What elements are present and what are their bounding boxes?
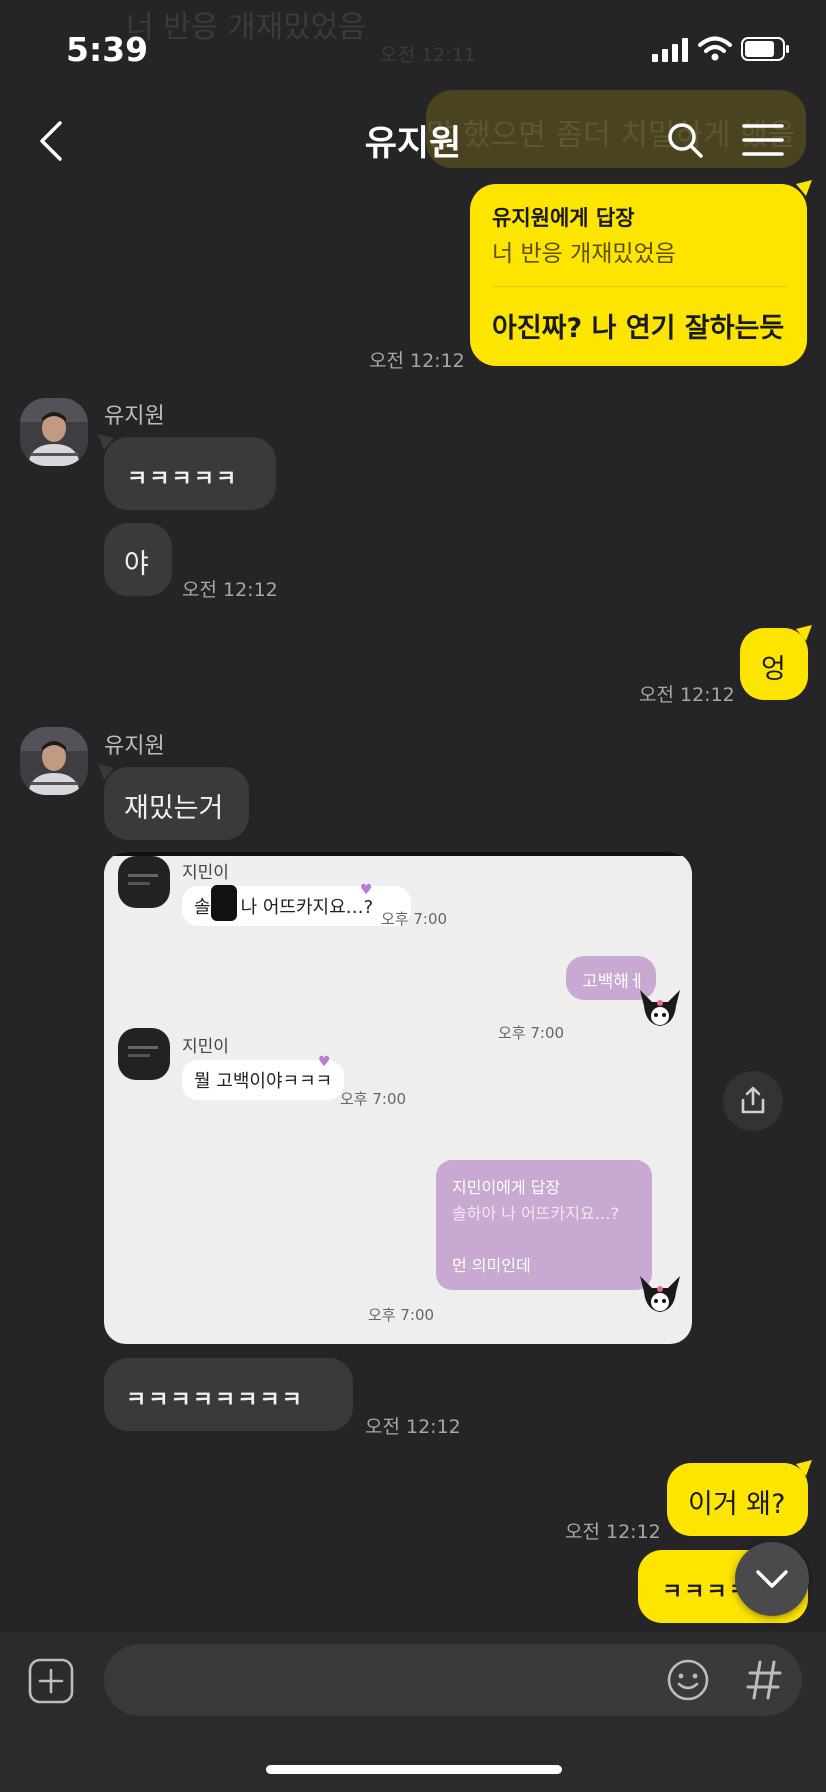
- message-text: 재밌는거: [124, 793, 224, 824]
- avatar-photo: [20, 398, 88, 466]
- screenshot-text: 나 어뜨카지요…?: [240, 897, 374, 918]
- home-indicator: [266, 1765, 562, 1774]
- screenshot-text: 솔: [194, 897, 211, 918]
- screenshot-avatar: [118, 1028, 170, 1080]
- screenshot-reply-text: 먼 의미인데: [452, 1256, 531, 1275]
- status-bar: 5:39: [0, 0, 826, 90]
- screenshot-reply-quote: 솔하아 나 어뜨카지요…?: [452, 1204, 620, 1223]
- kuromi-sticker-icon: [640, 1276, 680, 1312]
- screenshot-timestamp: 오후 7:00: [340, 1090, 407, 1108]
- heart-icon: ♥: [318, 1054, 331, 1070]
- screenshot-sender: 지민이: [182, 1037, 229, 1057]
- bubble-tail: [796, 1460, 812, 1476]
- screenshot-reply-target: 지민이에게 답장: [452, 1178, 561, 1197]
- bubble-tail: [796, 625, 812, 641]
- screenshot-timestamp: 오후 7:00: [368, 1306, 435, 1324]
- screenshot-bubble: 솔 나 어뜨카지요…?: [182, 885, 411, 926]
- menu-icon[interactable]: [742, 122, 784, 158]
- message-text: ㅋㅋㅋㅋㅋㅋㅋㅋ: [126, 1388, 304, 1413]
- avatar-photo: [20, 727, 88, 795]
- message-text: 야: [124, 549, 149, 580]
- reply-target-label: 유지원에게 답장: [492, 206, 635, 230]
- message-timestamp: 오전 12:12: [369, 350, 465, 372]
- share-button[interactable]: [723, 1071, 783, 1131]
- bubble-tail: [796, 180, 812, 196]
- screenshot-avatar: [118, 856, 170, 908]
- chevron-down-icon: [756, 1570, 788, 1588]
- share-icon: [741, 1086, 765, 1114]
- reply-text: 아진짜? 나 연기 잘하는듯: [492, 313, 785, 344]
- message-timestamp: 오전 12:12: [565, 1521, 661, 1543]
- scroll-to-bottom-button[interactable]: [735, 1542, 809, 1616]
- screenshot-sender: 지민이: [182, 863, 229, 883]
- battery-icon: [741, 37, 789, 61]
- message-timestamp: 오전 12:12: [365, 1416, 461, 1438]
- message-text: 이거 왜?: [688, 1489, 786, 1520]
- screenshot-timestamp: 오후 7:00: [381, 910, 448, 928]
- search-icon[interactable]: [665, 120, 705, 160]
- emoji-icon[interactable]: [666, 1658, 710, 1702]
- sender-name: 유지원: [104, 404, 165, 429]
- message-timestamp: 오전 12:12: [182, 579, 278, 601]
- signal-icon: [652, 38, 688, 62]
- message-text: 엉: [761, 654, 786, 685]
- reply-message-bubble[interactable]: 유지원에게 답장 너 반응 개재밌었음 아진짜? 나 연기 잘하는듯: [470, 184, 807, 366]
- screenshot-top-edge: [104, 852, 692, 856]
- reply-divider: [492, 286, 788, 287]
- bubble-tail: [98, 764, 114, 780]
- wifi-icon: [698, 36, 732, 61]
- message-timestamp: 오전 12:12: [639, 684, 735, 706]
- sender-name: 유지원: [104, 734, 165, 759]
- heart-icon: ♥: [360, 882, 373, 898]
- hashtag-icon[interactable]: [746, 1658, 782, 1702]
- add-plus-icon[interactable]: [28, 1658, 74, 1704]
- avatar[interactable]: [20, 727, 88, 795]
- reply-quoted-text: 너 반응 개재밌었음: [492, 241, 676, 267]
- message-text: ㅋㅋㅋㅋㅋ: [127, 467, 239, 492]
- status-time: 5:39: [66, 30, 149, 69]
- avatar[interactable]: [20, 398, 88, 466]
- screenshot-reply-bubble: 지민이에게 답장 솔하아 나 어뜨카지요…? 먼 의미인데: [436, 1160, 652, 1290]
- screenshot-timestamp: 오후 7:00: [498, 1024, 565, 1042]
- kuromi-sticker-icon: [640, 990, 680, 1026]
- redaction-mark: [210, 885, 237, 921]
- bubble-tail: [98, 434, 114, 450]
- shared-screenshot-image[interactable]: 지민이 솔나 어뜨카지요…? ♥ 오후 7:00 고백해ㅔ 오후 7:00 지민…: [104, 852, 692, 1344]
